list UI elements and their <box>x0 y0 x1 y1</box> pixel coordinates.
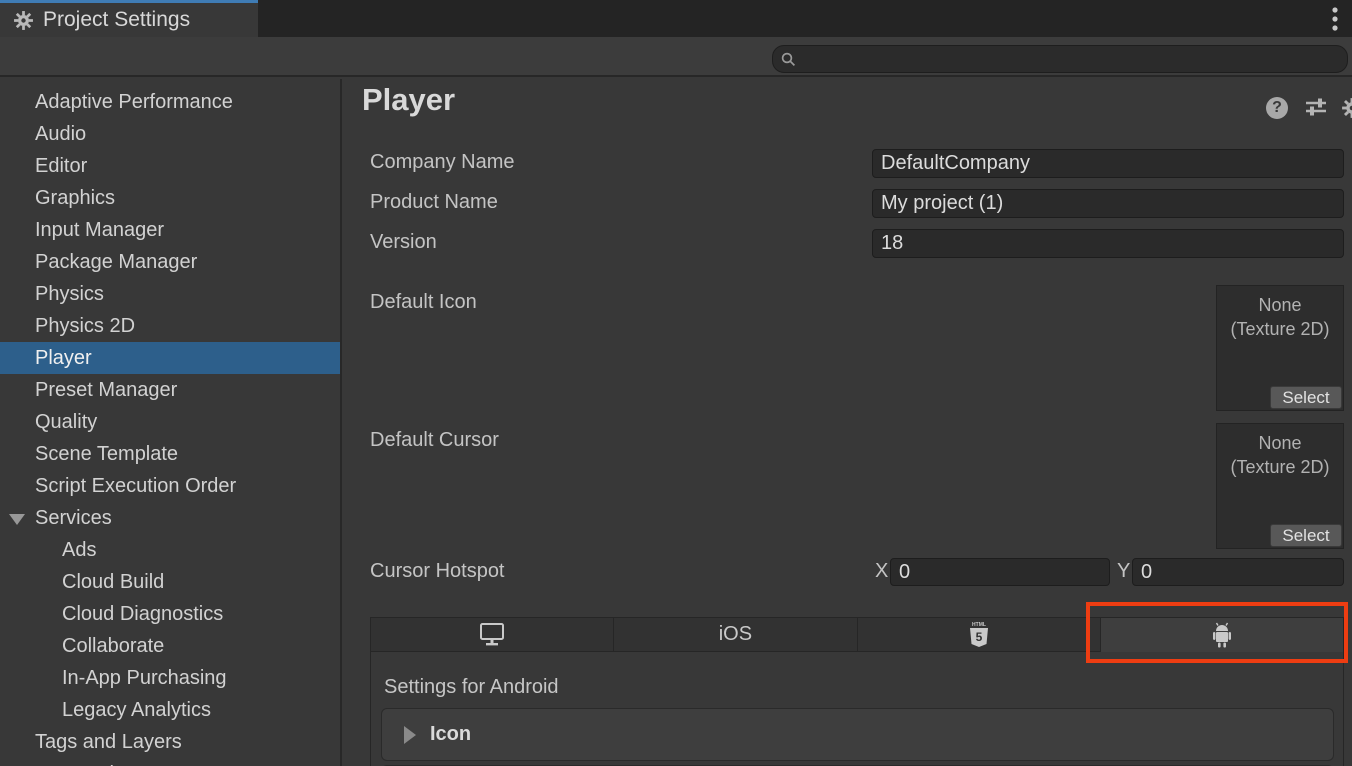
search-icon <box>781 52 796 67</box>
search-input[interactable] <box>802 49 1339 70</box>
android-icon <box>1209 621 1235 649</box>
sidebar-item-cloud-diagnostics[interactable]: Cloud Diagnostics <box>0 598 342 630</box>
settings-for-android-header: Settings for Android <box>384 676 559 699</box>
tab-platform-ios[interactable]: iOS <box>614 618 857 652</box>
version-label: Version <box>370 231 437 254</box>
texture-none-line1: None <box>1217 431 1343 455</box>
product-name-input[interactable] <box>872 189 1344 218</box>
kebab-menu-icon[interactable] <box>1324 4 1346 34</box>
monitor-icon <box>478 622 506 647</box>
sidebar-item-cloud-build[interactable]: Cloud Build <box>0 566 342 598</box>
search-field[interactable] <box>772 45 1348 73</box>
platform-tab-bar: iOS HTML 5 <box>371 618 1343 652</box>
settings-gear-icon[interactable] <box>1341 97 1352 119</box>
window-tab-strip: Project Settings <box>0 0 1352 37</box>
sidebar-item-editor[interactable]: Editor <box>0 150 342 182</box>
sidebar-item-graphics[interactable]: Graphics <box>0 182 342 214</box>
html5-icon: HTML 5 <box>968 621 990 649</box>
texture-none-line2: (Texture 2D) <box>1217 317 1343 341</box>
sidebar-item-adaptive-performance[interactable]: Adaptive Performance <box>0 86 342 118</box>
hotspot-y-input[interactable] <box>1132 558 1344 586</box>
page-title: Player <box>362 82 455 118</box>
tab-platform-standalone[interactable] <box>371 618 614 652</box>
company-name-input[interactable] <box>872 149 1344 178</box>
project-settings-window: Project Settings Adaptive Performance Au… <box>0 0 1352 766</box>
foldout-expanded-icon[interactable] <box>9 514 25 525</box>
sidebar-item-audio[interactable]: Audio <box>0 118 342 150</box>
texture-none-line2: (Texture 2D) <box>1217 455 1343 479</box>
sidebar-item-script-execution-order[interactable]: Script Execution Order <box>0 470 342 502</box>
sidebar-item-in-app-purchasing[interactable]: In-App Purchasing <box>0 662 342 694</box>
cursor-hotspot-label: Cursor Hotspot <box>370 560 505 583</box>
icon-foldout[interactable]: Icon <box>381 708 1334 761</box>
svg-text:5: 5 <box>975 630 982 644</box>
sidebar-item-package-manager[interactable]: Package Manager <box>0 246 342 278</box>
gear-icon <box>13 10 34 31</box>
platform-settings-panel: iOS HTML 5 <box>370 617 1344 766</box>
sidebar-item-preset-manager[interactable]: Preset Manager <box>0 374 342 406</box>
sidebar-item-ads[interactable]: Ads <box>0 534 342 566</box>
product-name-label: Product Name <box>370 191 498 214</box>
tab-platform-android[interactable] <box>1101 618 1343 652</box>
sidebar-item-scene-template[interactable]: Scene Template <box>0 438 342 470</box>
default-cursor-label: Default Cursor <box>370 429 499 452</box>
toolbar <box>0 37 1352 77</box>
sidebar-item-collaborate[interactable]: Collaborate <box>0 630 342 662</box>
default-icon-select-button[interactable]: Select <box>1270 386 1342 409</box>
sidebar-item-physics-2d[interactable]: Physics 2D <box>0 310 342 342</box>
sidebar-item-player[interactable]: Player <box>0 342 342 374</box>
tab-title: Project Settings <box>43 8 190 32</box>
sidebar-item-textmesh-pro[interactable]: TextMesh Pro <box>0 758 342 766</box>
version-input[interactable] <box>872 229 1344 258</box>
texture-none-line1: None <box>1217 293 1343 317</box>
hotspot-x-input[interactable] <box>890 558 1110 586</box>
tab-platform-webgl[interactable]: HTML 5 <box>858 618 1101 652</box>
svg-text:HTML: HTML <box>972 622 986 628</box>
hotspot-y-label: Y <box>1117 560 1130 583</box>
tab-project-settings[interactable]: Project Settings <box>0 0 258 37</box>
icon-foldout-label: Icon <box>430 723 471 746</box>
sidebar-item-legacy-analytics[interactable]: Legacy Analytics <box>0 694 342 726</box>
settings-sidebar: Adaptive Performance Audio Editor Graphi… <box>0 79 342 766</box>
foldout-collapsed-icon[interactable] <box>404 726 416 744</box>
help-icon[interactable]: ? <box>1266 97 1288 119</box>
default-icon-label: Default Icon <box>370 291 477 314</box>
sidebar-item-services[interactable]: Services <box>0 502 342 534</box>
player-settings-panel: Player ? Company Name <box>344 79 1352 766</box>
ios-label: iOS <box>719 623 752 646</box>
preset-sliders-icon[interactable] <box>1305 97 1327 117</box>
sidebar-item-quality[interactable]: Quality <box>0 406 342 438</box>
default-cursor-texture-well[interactable]: None (Texture 2D) Select <box>1216 423 1344 549</box>
default-icon-texture-well[interactable]: None (Texture 2D) Select <box>1216 285 1344 411</box>
sidebar-item-tags-and-layers[interactable]: Tags and Layers <box>0 726 342 758</box>
sidebar-item-input-manager[interactable]: Input Manager <box>0 214 342 246</box>
sidebar-item-physics[interactable]: Physics <box>0 278 342 310</box>
hotspot-x-label: X <box>875 560 888 583</box>
default-cursor-select-button[interactable]: Select <box>1270 524 1342 547</box>
company-name-label: Company Name <box>370 151 515 174</box>
sidebar-item-label: Services <box>35 507 112 529</box>
